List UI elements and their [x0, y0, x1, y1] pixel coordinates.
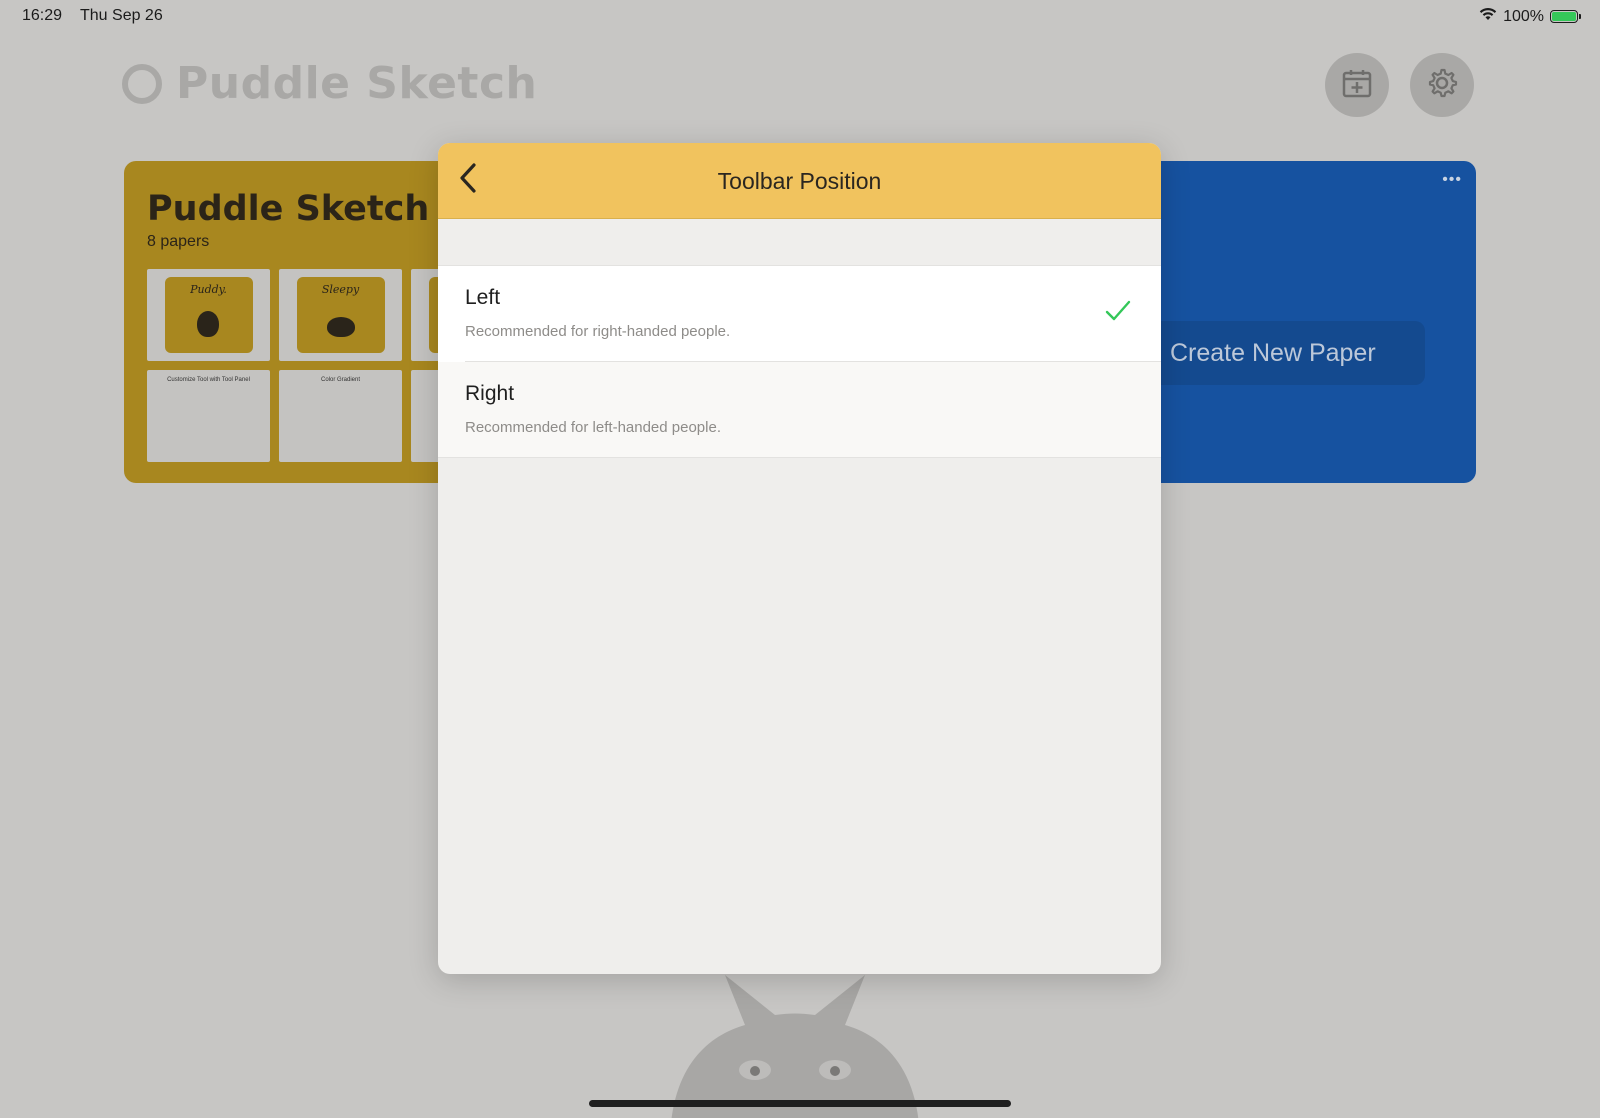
thumbnail-label: Sleepy [321, 283, 360, 296]
checkmark-icon [1105, 300, 1131, 327]
thumbnail-label: Customize Tool with Tool Panel [167, 377, 250, 383]
paper-thumbnail[interactable]: Color Gradient [279, 370, 402, 462]
status-time: 16:29 [22, 7, 63, 24]
toolbar-position-options: Left Recommended for right-handed people… [438, 265, 1161, 458]
option-right[interactable]: Right Recommended for left-handed people… [438, 362, 1161, 458]
battery-charging-icon [1550, 10, 1581, 23]
album-card-blue[interactable]: ••• Create New Paper [1140, 161, 1476, 483]
album-card-puddle-sketch[interactable]: Puddle Sketch 8 papers Puddy. Sleepy Cus… [124, 161, 464, 483]
app-logo: Puddle Sketch [122, 58, 537, 109]
status-date: Thu Sep 26 [80, 7, 163, 24]
create-new-paper-label: Create New Paper [1170, 338, 1376, 367]
new-paper-calendar-button[interactable] [1325, 53, 1389, 117]
logo-ring-icon [122, 63, 162, 104]
thumbnail-label: Puddy. [190, 283, 227, 296]
paper-thumbnail[interactable]: Puddy. [147, 269, 270, 361]
modal-title: Toolbar Position [717, 168, 882, 194]
option-label: Left [465, 286, 501, 309]
paper-thumbnail[interactable]: Sleepy [279, 269, 402, 361]
app-title: Puddle Sketch [176, 58, 538, 109]
toolbar-position-modal: Toolbar Position Left Recommended for ri… [438, 143, 1161, 974]
option-description: Recommended for left-handed people. [465, 419, 721, 436]
thumbnail-label: Color Gradient [320, 377, 361, 383]
wifi-icon [1479, 7, 1497, 26]
cat-silhouette-illustration [650, 975, 940, 1118]
home-indicator[interactable] [589, 1100, 1011, 1107]
sleeping-cat-drawing-icon [326, 317, 355, 337]
paper-thumbnail[interactable]: Customize Tool with Tool Panel [147, 370, 270, 462]
option-left[interactable]: Left Recommended for right-handed people… [438, 266, 1161, 362]
status-bar: 16:29 Thu Sep 26 100% [0, 0, 1600, 32]
create-new-paper-button[interactable]: Create New Paper [1140, 321, 1425, 385]
gear-icon [1426, 67, 1458, 104]
more-options-icon[interactable]: ••• [1442, 171, 1462, 189]
modal-header: Toolbar Position [438, 143, 1161, 219]
settings-button[interactable] [1410, 53, 1474, 117]
battery-percent: 100% [1503, 7, 1544, 25]
cat-drawing-icon [196, 311, 219, 337]
album-paper-count: 8 papers [147, 233, 210, 250]
status-indicators: 100% [1479, 7, 1581, 26]
list-divider [438, 457, 1161, 458]
calendar-plus-icon [1341, 67, 1373, 104]
album-title: Puddle Sketch [147, 189, 430, 229]
option-label: Right [465, 382, 515, 405]
option-description: Recommended for right-handed people. [465, 323, 731, 340]
